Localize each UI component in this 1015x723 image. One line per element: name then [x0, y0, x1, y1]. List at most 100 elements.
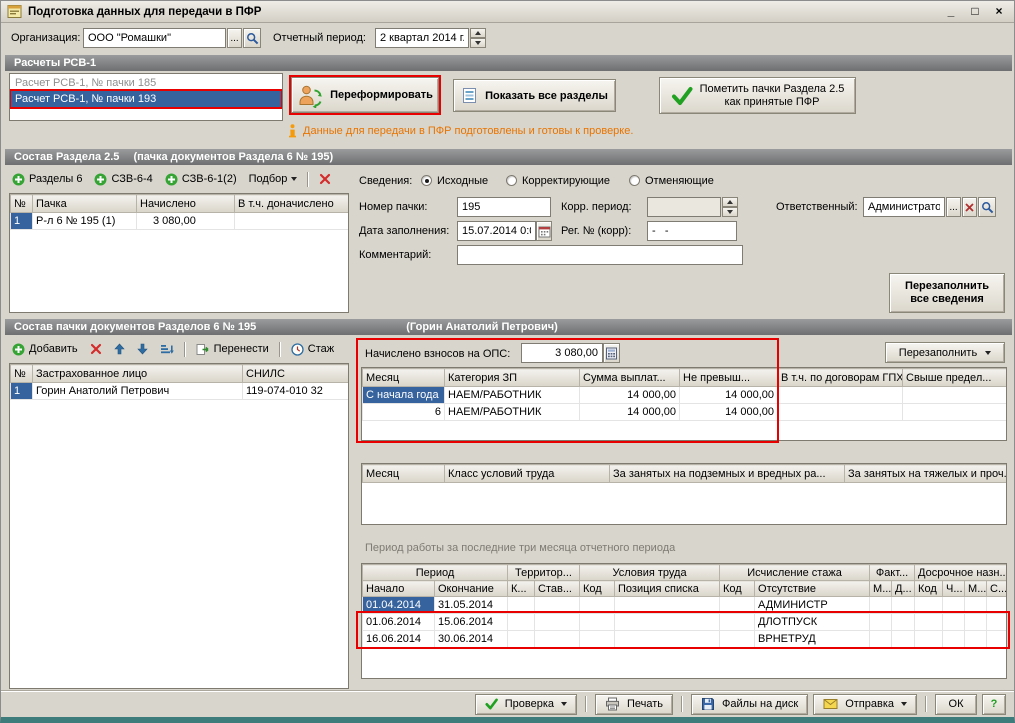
green-check-icon	[671, 86, 693, 106]
printer-icon	[605, 697, 620, 711]
sort-button[interactable]	[155, 341, 179, 358]
magnifier-icon	[981, 201, 994, 214]
print-button[interactable]: Печать	[595, 694, 673, 715]
maximize-button[interactable]: □	[966, 4, 984, 20]
transfer-icon	[196, 343, 210, 356]
reform-button[interactable]: Переформировать	[291, 77, 439, 113]
help-button[interactable]: ?	[982, 694, 1006, 715]
calculator-icon	[605, 347, 618, 360]
mark-accepted-button[interactable]: Пометить пачки Раздела 2.5 как принятые …	[659, 77, 856, 114]
report-period-spinner[interactable]	[470, 28, 486, 48]
transfer-button[interactable]: Перенести	[191, 341, 274, 358]
close-button[interactable]: ×	[990, 4, 1008, 20]
delete-pack-button[interactable]	[314, 171, 336, 187]
spin-down-icon[interactable]	[470, 38, 486, 48]
refill-all-line2: все сведения	[905, 293, 989, 306]
move-up-button[interactable]	[109, 341, 130, 357]
spin-down-icon[interactable]	[722, 207, 738, 217]
radio-korrektiruyushchie[interactable]	[506, 175, 517, 186]
fill-date-input[interactable]	[457, 221, 536, 241]
period-col-ch: Ч...	[943, 581, 965, 597]
add-person-button[interactable]: Добавить	[7, 341, 83, 358]
send-button[interactable]: Отправка	[813, 694, 917, 715]
refill-section6-button[interactable]: Перезаполнить	[885, 342, 1005, 363]
persons-table-row[interactable]: 1 Горин Анатолий Петрович 119-074-010 32	[11, 383, 349, 400]
delete-x-icon	[319, 173, 331, 185]
period-col-s: С...	[987, 581, 1007, 597]
files-to-disk-button[interactable]: Файлы на диск	[691, 694, 808, 715]
arrow-down-icon	[137, 343, 148, 355]
report-period-input[interactable]	[375, 28, 469, 48]
chevron-down-icon	[985, 351, 991, 355]
chevron-down-icon	[291, 177, 297, 181]
payments-row-total[interactable]: С начала года НАЕМ/РАБОТНИК 14 000,00 14…	[363, 387, 1007, 404]
pack-number-input[interactable]	[457, 197, 551, 217]
responsible-open-button[interactable]	[978, 197, 996, 217]
plus-icon	[165, 173, 178, 186]
podbor-button[interactable]: Подбор	[244, 171, 303, 187]
bar-separator	[585, 696, 587, 712]
period-group-stazh: Исчисление стажа	[720, 565, 870, 581]
rsv-list-item-193[interactable]: Расчет РСВ-1, № пачки 193	[11, 91, 281, 107]
rsv-list-item-185[interactable]: Расчет РСВ-1, № пачки 185	[11, 75, 281, 91]
pack-col-num: №	[11, 195, 33, 213]
titlebar: Подготовка данных для передачи в ПФР _ □…	[1, 1, 1014, 23]
stazh-button[interactable]: Стаж	[286, 341, 339, 358]
pack-col-extra: В т.ч. доначислено	[235, 195, 349, 213]
minimize-button[interactable]: _	[942, 4, 960, 20]
info-text: Данные для передачи в ПФР подготовлены и…	[303, 125, 633, 137]
payments-col-sum: Сумма выплат...	[580, 369, 680, 387]
sort-icon	[160, 343, 174, 356]
pack-table-row[interactable]: 1 Р-л 6 № 195 (1) 3 080,00	[11, 213, 349, 230]
period-col-code2: Код	[720, 581, 755, 597]
info-icon	[288, 124, 297, 138]
conditions-col-month: Месяц	[363, 465, 445, 483]
section-header-6: Состав пачки документов Разделов 6 № 195…	[5, 319, 1012, 335]
pack-col-pack: Пачка	[33, 195, 137, 213]
radio-otmenyayushchie[interactable]	[629, 175, 640, 186]
payments-row-month6[interactable]: 6 НАЕМ/РАБОТНИК 14 000,00 14 000,00	[363, 404, 1007, 421]
conditions-col-heavy: За занятых на тяжелых и проч...	[845, 465, 1007, 483]
delete-person-button[interactable]	[85, 341, 107, 357]
check-button[interactable]: Проверка	[475, 694, 577, 715]
period-row-1[interactable]: 01.04.2014 31.05.2014 АДМИНИСТР	[363, 597, 1007, 614]
organization-open-button[interactable]	[243, 28, 261, 48]
spin-up-icon[interactable]	[722, 197, 738, 207]
organization-choose-button[interactable]: ...	[227, 28, 242, 48]
add-razdely6-button[interactable]: Разделы 6	[7, 171, 87, 188]
conditions-col-underground: За занятых на подземных и вредных ра...	[610, 465, 845, 483]
responsible-input[interactable]	[863, 197, 945, 217]
ok-button[interactable]: ОК	[935, 694, 977, 715]
refill-all-button[interactable]: Перезаполнить все сведения	[889, 273, 1005, 313]
period-group-period: Период	[363, 565, 508, 581]
move-down-button[interactable]	[132, 341, 153, 357]
calendar-button[interactable]	[536, 221, 552, 241]
reg-number-input[interactable]	[647, 221, 737, 241]
period-row-2[interactable]: 01.06.2014 15.06.2014 ДЛОТПУСК	[363, 614, 1007, 631]
korr-period-input[interactable]	[647, 197, 721, 217]
section-25-toolbar: Разделы 6 СЗВ-6-4 СЗВ-6-1(2) Подбор	[7, 169, 336, 189]
add-szv612-button[interactable]: СЗВ-6-1(2)	[160, 171, 242, 188]
period-row-3[interactable]: 16.06.2014 30.06.2014 ВРНЕТРУД	[363, 631, 1007, 648]
ops-input[interactable]	[521, 343, 603, 363]
spin-up-icon[interactable]	[470, 28, 486, 38]
help-icon: ?	[991, 698, 998, 710]
show-all-sections-button[interactable]: Показать все разделы	[453, 79, 616, 112]
comment-input[interactable]	[457, 245, 743, 265]
period-col-start: Начало	[363, 581, 435, 597]
responsible-choose-button[interactable]: ...	[946, 197, 961, 217]
svedeniya-label: Сведения:	[359, 173, 412, 189]
add-szv64-button[interactable]: СЗВ-6-4	[89, 171, 157, 188]
organization-input[interactable]	[83, 28, 226, 48]
calculator-button[interactable]	[603, 343, 620, 363]
rsv-list: Расчет РСВ-1, № пачки 185 Расчет РСВ-1, …	[9, 73, 283, 121]
responsible-clear-button[interactable]	[962, 197, 977, 217]
delete-x-icon	[90, 343, 102, 355]
korr-period-spinner[interactable]	[722, 197, 738, 217]
organization-label: Организация:	[11, 30, 80, 46]
radio-iskhodnye[interactable]	[421, 175, 432, 186]
window-title: Подготовка данных для передачи в ПФР	[28, 6, 936, 18]
bottom-bar: Проверка Печать Файлы на диск Отправка О…	[1, 690, 1014, 717]
period-caption: Период работы за последние три месяца от…	[365, 542, 675, 554]
pack-col-accrued: Начислено	[137, 195, 235, 213]
